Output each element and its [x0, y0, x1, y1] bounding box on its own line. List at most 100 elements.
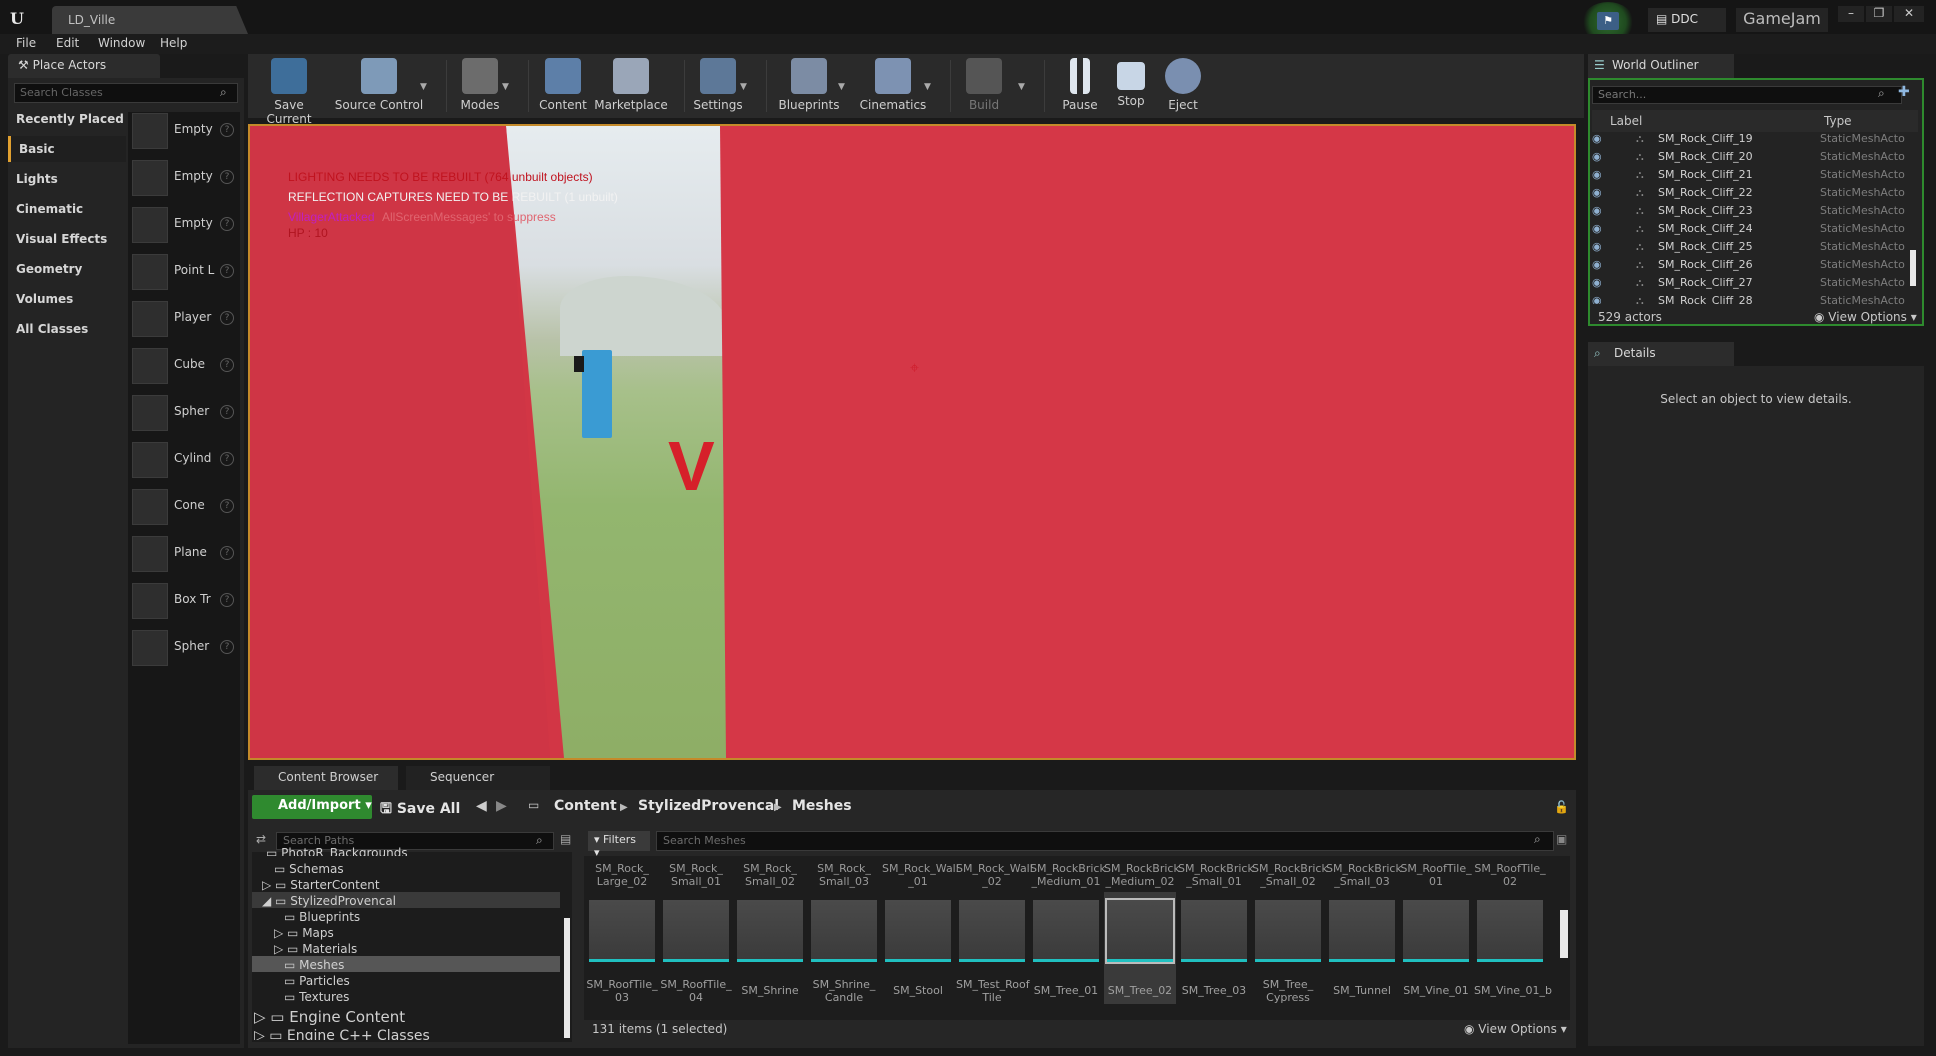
- marketplace-button[interactable]: Marketplace: [594, 58, 668, 112]
- asset-label-top[interactable]: SM_RockBrick _Small_01: [1178, 862, 1254, 888]
- visibility-eye-icon[interactable]: ◉: [1592, 222, 1602, 235]
- maximize-button[interactable]: ❐: [1866, 6, 1892, 22]
- lock-icon[interactable]: 🔓: [1554, 800, 1569, 814]
- asset-label-top[interactable]: SM_Rock_ Small_01: [660, 862, 732, 888]
- outliner-row[interactable]: ◉ ⛬ SM_Rock_Cliff_24 StaticMeshActo: [1592, 220, 1912, 238]
- tree-folder-meshes[interactable]: ▭ Meshes: [284, 958, 344, 972]
- asset-label-top[interactable]: SM_RockBrick _Medium_02: [1104, 862, 1180, 888]
- outliner-row[interactable]: ◉ ⛬ SM_Rock_Cliff_19 StaticMeshActo: [1592, 130, 1912, 148]
- search-icon[interactable]: ⌕: [1534, 832, 1541, 847]
- asset-label-top[interactable]: SM_RoofTile_ 01: [1400, 862, 1472, 888]
- actor-item[interactable]: Spher?: [128, 390, 240, 436]
- tree-folder[interactable]: ▭ Particles: [284, 974, 350, 988]
- back-arrow-icon[interactable]: ◀: [476, 798, 487, 814]
- asset-name[interactable]: SM_RoofTile_ 03: [586, 978, 658, 1004]
- outliner-row[interactable]: ◉ ⛬ SM_Rock_Cliff_25 StaticMeshActo: [1592, 238, 1912, 256]
- visibility-eye-icon[interactable]: ◉: [1592, 168, 1602, 181]
- outliner-row[interactable]: ◉ ⛬ SM_Rock_Cliff_26 StaticMeshActo: [1592, 256, 1912, 274]
- blueprints-button[interactable]: Blueprints: [776, 58, 842, 112]
- outliner-scrollbar[interactable]: [1910, 250, 1916, 286]
- help-icon[interactable]: ?: [220, 217, 234, 231]
- chevron-down-icon[interactable]: ▼: [838, 82, 845, 92]
- forward-arrow-icon[interactable]: ▶: [496, 798, 507, 814]
- roof-tile-thumbnail[interactable]: [589, 900, 655, 962]
- cinematics-button[interactable]: Cinematics: [858, 58, 928, 112]
- help-icon[interactable]: ?: [220, 264, 234, 278]
- asset-label-top[interactable]: SM_RockBrick _Small_02: [1252, 862, 1328, 888]
- level-tab[interactable]: LD_Ville: [52, 6, 248, 34]
- asset-label-top[interactable]: SM_RoofTile_ 02: [1474, 862, 1546, 888]
- visibility-eye-icon[interactable]: ◉: [1592, 240, 1602, 253]
- tree-folder[interactable]: ▷ ▭ Engine C++ Classes: [254, 1028, 430, 1040]
- world-outliner-tab[interactable]: World Outliner: [1588, 54, 1734, 78]
- search-icon[interactable]: ⌕: [220, 85, 227, 100]
- tree-folder[interactable]: ▷ ▭ Maps: [274, 926, 334, 940]
- asset-label-top[interactable]: SM_Rock_ Large_02: [586, 862, 658, 888]
- actor-item[interactable]: Point L?: [128, 249, 240, 295]
- vine-thumbnail[interactable]: [1403, 900, 1469, 962]
- tree-folder[interactable]: ▷ ▭ Materials: [274, 942, 357, 956]
- eject-button[interactable]: Eject: [1158, 58, 1208, 112]
- asset-label-top[interactable]: SM_Rock_ Small_02: [734, 862, 806, 888]
- actor-item[interactable]: Empty?: [128, 155, 240, 201]
- category-basic[interactable]: Basic: [8, 136, 126, 162]
- visibility-eye-icon[interactable]: ◉: [1592, 276, 1602, 289]
- tree-folder[interactable]: ▭ Schemas: [274, 862, 344, 876]
- help-icon[interactable]: ?: [220, 499, 234, 513]
- tree-folder[interactable]: ▭ Textures: [284, 990, 349, 1004]
- outliner-row[interactable]: ◉ ⛬ SM_Rock_Cliff_22 StaticMeshActo: [1592, 184, 1912, 202]
- content-browser-tab[interactable]: Content Browser: [254, 766, 398, 790]
- type-column-header[interactable]: Type: [1824, 114, 1852, 128]
- category-recently-placed[interactable]: Recently Placed: [8, 106, 126, 132]
- outliner-row[interactable]: ◉ ⛬ SM_Rock_Cliff_28 StaticMeshActo: [1592, 292, 1912, 304]
- search-meshes-input[interactable]: Search Meshes: [656, 831, 1554, 851]
- tree-folder[interactable]: ▷ ▭ Engine Content: [254, 1008, 405, 1026]
- asset-name[interactable]: SM_Tree_01: [1030, 984, 1102, 997]
- help-icon[interactable]: ?: [220, 358, 234, 372]
- visibility-eye-icon[interactable]: ◉: [1592, 150, 1602, 163]
- details-tab[interactable]: Details: [1588, 342, 1734, 366]
- sources-toggle-icon[interactable]: ⇄: [256, 832, 266, 846]
- add-import-button[interactable]: Add/Import ▾: [252, 795, 372, 819]
- visibility-eye-icon[interactable]: ◉: [1592, 294, 1602, 304]
- shrine-thumbnail[interactable]: [737, 900, 803, 962]
- breadcrumb-meshes[interactable]: Meshes: [792, 798, 852, 814]
- help-icon[interactable]: ?: [220, 170, 234, 184]
- cypress-thumbnail[interactable]: [1255, 900, 1321, 962]
- asset-name[interactable]: SM_Tree_ Cypress: [1252, 978, 1324, 1004]
- asset-name[interactable]: SM_Test_Roof Tile: [956, 978, 1030, 1004]
- outliner-row[interactable]: ◉ ⛬ SM_Rock_Cliff_20 StaticMeshActo: [1592, 148, 1912, 166]
- outliner-search-input[interactable]: Search...: [1592, 86, 1902, 104]
- asset-label-top[interactable]: SM_RockBrick _Medium_01: [1030, 862, 1106, 888]
- close-button[interactable]: ✕: [1894, 6, 1924, 22]
- category-volumes[interactable]: Volumes: [8, 286, 126, 312]
- add-folder-icon[interactable]: ✚: [1898, 84, 1910, 100]
- help-icon[interactable]: ?: [220, 640, 234, 654]
- help-icon[interactable]: ?: [220, 452, 234, 466]
- actor-item[interactable]: Spher?: [128, 625, 240, 671]
- sequencer-tab[interactable]: Sequencer: [406, 766, 550, 790]
- actor-item[interactable]: Empty?: [128, 202, 240, 248]
- place-actors-tab[interactable]: ⚒ Place Actors: [8, 54, 160, 78]
- list-view-icon[interactable]: ▤: [560, 832, 571, 846]
- breadcrumb-stylizedprovencal[interactable]: StylizedProvencal: [638, 798, 779, 814]
- asset-name[interactable]: SM_Vine_01_b: [1474, 984, 1552, 997]
- asset-label-top[interactable]: SM_Rock_Wall _01: [882, 862, 959, 888]
- tree-folder[interactable]: ▭ Blueprints: [284, 910, 360, 924]
- save-current-button[interactable]: Save Current: [252, 58, 326, 126]
- filters-button[interactable]: ▾ Filters ▾: [588, 831, 650, 859]
- category-visual-effects[interactable]: Visual Effects: [8, 226, 126, 252]
- actor-item[interactable]: Player?: [128, 296, 240, 342]
- asset-name[interactable]: SM_Tree_03: [1178, 984, 1250, 997]
- help-icon[interactable]: ?: [220, 405, 234, 419]
- asset-name[interactable]: SM_RoofTile_ 04: [660, 978, 732, 1004]
- save-search-icon[interactable]: ▣: [1556, 832, 1567, 846]
- tree-folder[interactable]: ◢ ▭ StylizedProvencal: [262, 894, 396, 908]
- source-control-button[interactable]: Source Control: [334, 58, 424, 112]
- chevron-down-icon[interactable]: ▼: [420, 82, 427, 92]
- minimize-button[interactable]: –: [1838, 6, 1864, 22]
- category-cinematic[interactable]: Cinematic: [8, 196, 126, 222]
- tree-scrollbar[interactable]: [564, 918, 570, 1038]
- outliner-row[interactable]: ◉ ⛬ SM_Rock_Cliff_23 StaticMeshActo: [1592, 202, 1912, 220]
- actor-item[interactable]: Cone?: [128, 484, 240, 530]
